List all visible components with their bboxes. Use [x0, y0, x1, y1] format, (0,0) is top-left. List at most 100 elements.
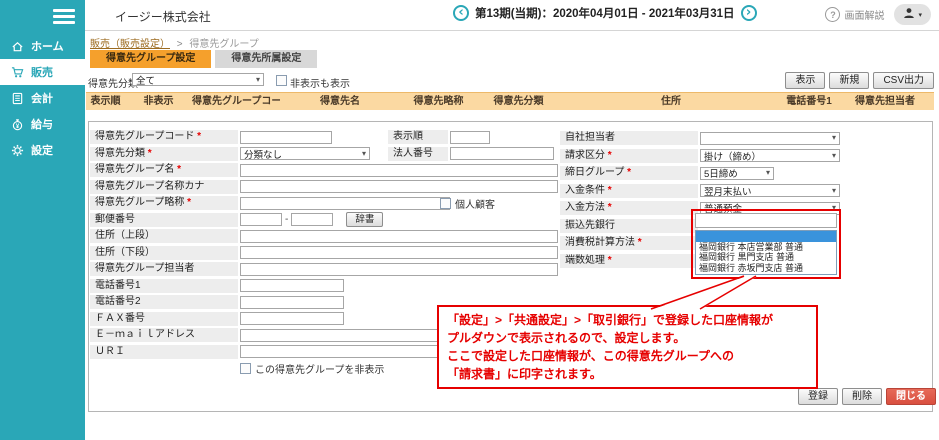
bank-account-input[interactable] — [695, 213, 837, 228]
personal-customer-checkbox[interactable] — [440, 198, 451, 209]
zip-dictionary-button[interactable]: 辞書 — [346, 212, 383, 227]
field-label-billing-type: 請求区分 * — [560, 149, 698, 163]
display-order-input[interactable] — [450, 131, 490, 144]
field-label-display-order: 表示順 — [388, 130, 448, 144]
next-period-button[interactable]: › — [741, 5, 757, 21]
company-name: イージー株式会社 — [115, 8, 211, 25]
bank-option[interactable]: 福岡銀行 赤坂門支店 普通 — [696, 263, 836, 274]
user-menu-button[interactable]: ▾ — [894, 4, 931, 25]
bank-option[interactable] — [696, 231, 836, 242]
field-label-customer-group-contact: 得意先グループ担当者 — [90, 262, 238, 276]
phone2-input[interactable] — [240, 296, 344, 309]
table-header: 表示順非表示得意先グループコード得意先名得意先略称得意先分類住所電話番号1得意先… — [86, 92, 934, 110]
address-lower-input[interactable] — [240, 246, 558, 259]
billing-type-select[interactable]: 掛け（締め）▾ — [700, 149, 840, 162]
column-header: 得意先分類 — [477, 93, 560, 110]
show-hidden-checkbox[interactable] — [276, 75, 287, 86]
hamburger-menu-icon[interactable] — [53, 9, 75, 27]
bank-option[interactable]: 福岡銀行 本店営業部 普通 — [696, 242, 836, 253]
column-header: 得意先担当者 — [836, 93, 934, 110]
field-label-postal-code: 郵便番号 — [90, 213, 238, 227]
close-button[interactable]: 閉じる — [886, 388, 936, 405]
customer-group-code-input[interactable] — [240, 131, 332, 144]
sidebar-item-payroll[interactable]: ¥給与 — [0, 111, 85, 137]
required-asterisk: * — [184, 197, 191, 208]
column-header: 電話番号1 — [782, 93, 836, 110]
postal-code-input-1[interactable] — [240, 213, 282, 226]
customer-category-filter-value: 全て — [136, 73, 155, 87]
customer-group-abbr-input[interactable] — [240, 197, 450, 210]
breadcrumb-current: 得意先グループ — [189, 39, 258, 50]
sidebar-item-settings[interactable]: 設定 — [0, 137, 85, 163]
field-label-address-upper: 住所（上段） — [90, 229, 238, 243]
breadcrumb-separator: > — [177, 39, 183, 50]
phone1-input[interactable] — [240, 279, 344, 292]
required-asterisk: * — [635, 237, 642, 248]
sidebar-item-home[interactable]: ホーム — [0, 33, 85, 59]
sidebar-item-label: 給与 — [31, 116, 53, 132]
header-right: ? 画面解説 ▾ — [825, 4, 931, 25]
breadcrumb-parent-link[interactable]: 販売（販売設定） — [90, 39, 170, 50]
tab-customer-assignment-settings[interactable]: 得意先所属設定 — [215, 50, 317, 68]
form-middle-column: 表示順法人番号 — [388, 130, 554, 163]
field-label-corporate-number: 法人番号 — [388, 147, 448, 161]
customer-group-contact-input[interactable] — [240, 263, 558, 276]
filter-label: 得意先分類 — [88, 75, 138, 90]
field-label-phone2: 電話番号2 — [90, 295, 238, 309]
customer-group-name-input[interactable] — [240, 164, 558, 177]
prev-period-button[interactable]: ‹ — [453, 5, 469, 21]
cart-icon — [11, 66, 24, 79]
annotation-line: プルダウンで表示されるので、設定します。 — [447, 329, 808, 347]
field-label-uri: ＵＲＩ — [90, 345, 238, 359]
tab-customer-group-settings[interactable]: 得意先グループ設定 — [90, 50, 211, 68]
field-label-email: Ｅ－ｍａｉｌアドレス — [90, 328, 238, 342]
field-label-bank-account: 振込先銀行 — [560, 219, 698, 233]
closing-day-group-select[interactable]: 5日締め ▾ — [700, 167, 774, 180]
bank-option[interactable]: 福岡銀行 黒門支店 普通 — [696, 252, 836, 263]
show-button[interactable]: 表示 — [785, 72, 825, 89]
sidebar-item-accounting[interactable]: 会計 — [0, 85, 85, 111]
customer-group-name-kana-input[interactable] — [240, 180, 558, 193]
chevron-down-icon: ▾ — [832, 152, 836, 160]
breadcrumb: 販売（販売設定） > 得意先グループ — [90, 35, 259, 50]
fax-input[interactable] — [240, 312, 344, 325]
company-rep-select[interactable]: ▾ — [700, 132, 840, 145]
home-icon — [11, 40, 24, 53]
corporate-number-input[interactable] — [450, 147, 554, 160]
chevron-down-icon: ▾ — [766, 169, 770, 177]
hide-group-checkbox[interactable] — [240, 363, 251, 374]
form-row-phone1: 電話番号1 — [90, 279, 558, 293]
form-row-postal-code: 郵便番号-辞書 — [90, 213, 558, 227]
postal-code-input-2[interactable] — [291, 213, 333, 226]
form-row-billing-type: 請求区分 *掛け（締め）▾ — [560, 149, 840, 163]
annotation-line: ここで設定した口座情報が、この得意先グループへの — [447, 347, 808, 365]
address-upper-input[interactable] — [240, 230, 558, 243]
deposit-terms-select[interactable]: 翌月末払い ▾ — [700, 184, 840, 197]
column-header: 表示順 — [86, 93, 125, 110]
bank-dropdown-highlight-box: 福岡銀行 本店営業部 普通福岡銀行 黒門支店 普通福岡銀行 赤坂門支店 普通 — [691, 209, 841, 279]
required-asterisk: * — [605, 185, 612, 196]
field-label-deposit-terms: 入金条件 * — [560, 184, 698, 198]
new-button[interactable]: 新規 — [829, 72, 869, 89]
form-row-customer-group-name-kana: 得意先グループ名称カナ — [90, 180, 558, 194]
required-asterisk: * — [605, 202, 612, 213]
register-button[interactable]: 登録 — [798, 388, 838, 405]
chevron-down-icon: ▾ — [832, 187, 836, 195]
customer-category-value: 分類なし — [244, 147, 282, 161]
help-link[interactable]: ? 画面解説 — [825, 7, 884, 22]
personal-customer-row: 個人顧客 — [440, 196, 495, 211]
sidebar-item-sales[interactable]: 販売 — [0, 59, 85, 85]
closing-day-group-value: 5日締め — [704, 166, 738, 180]
delete-button[interactable]: 削除 — [842, 388, 882, 405]
user-icon — [903, 7, 915, 22]
field-label-customer-group-code: 得意先グループコード * — [90, 130, 238, 144]
required-asterisk: * — [605, 150, 612, 161]
customer-category-select[interactable]: 分類なし▾ — [240, 147, 370, 160]
required-asterisk: * — [605, 255, 612, 266]
annotation-line: 「設定」>「共通設定」>「取引銀行」で登録した口座情報が — [447, 311, 808, 329]
csv-export-button[interactable]: CSV出力 — [873, 72, 934, 89]
form-row-customer-group-contact: 得意先グループ担当者 — [90, 262, 558, 276]
column-header: 得意先名 — [280, 93, 400, 110]
deposit-terms-value: 翌月末払い — [704, 184, 752, 198]
customer-category-filter-select[interactable]: 全て ▾ — [132, 73, 264, 86]
